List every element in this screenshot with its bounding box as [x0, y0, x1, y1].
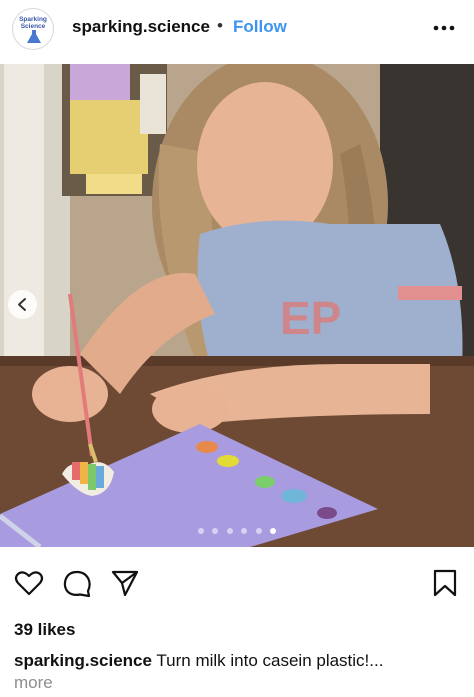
flask-icon — [27, 30, 41, 43]
bookmark-icon[interactable] — [432, 568, 458, 598]
profile-avatar[interactable]: Sparking Science — [12, 8, 54, 50]
heart-icon[interactable] — [14, 568, 44, 598]
previous-slide-button[interactable] — [8, 290, 37, 319]
post-caption: sparking.science Turn milk into casein p… — [14, 651, 464, 671]
carousel-dot — [241, 528, 248, 534]
post-username[interactable]: sparking.science — [72, 17, 210, 37]
more-horizontal-icon[interactable] — [430, 18, 458, 38]
avatar-logo-text: Sparking Science — [19, 16, 47, 30]
carousel-indicator — [0, 521, 474, 539]
svg-text:EP: EP — [280, 292, 341, 344]
carousel-dot — [212, 528, 219, 534]
post-header: Sparking Science sparking.science • Foll… — [0, 0, 474, 64]
likes-count[interactable]: 39 likes — [14, 620, 75, 640]
carousel-dot — [226, 528, 233, 534]
send-icon[interactable] — [110, 568, 140, 598]
action-bar — [0, 560, 474, 608]
follow-button[interactable]: Follow — [233, 17, 287, 37]
caption-more-link[interactable]: more — [14, 673, 53, 693]
caption-username[interactable]: sparking.science — [14, 651, 152, 670]
carousel-dot-active — [270, 528, 277, 534]
photo-illustration: EP — [0, 64, 474, 547]
carousel-dot — [255, 528, 262, 534]
comment-icon[interactable] — [62, 568, 92, 598]
post-photo[interactable]: EP — [0, 64, 474, 547]
caption-text: Turn milk into casein plastic!... — [156, 651, 384, 670]
separator-dot: • — [217, 16, 223, 35]
carousel-dot — [197, 528, 204, 534]
